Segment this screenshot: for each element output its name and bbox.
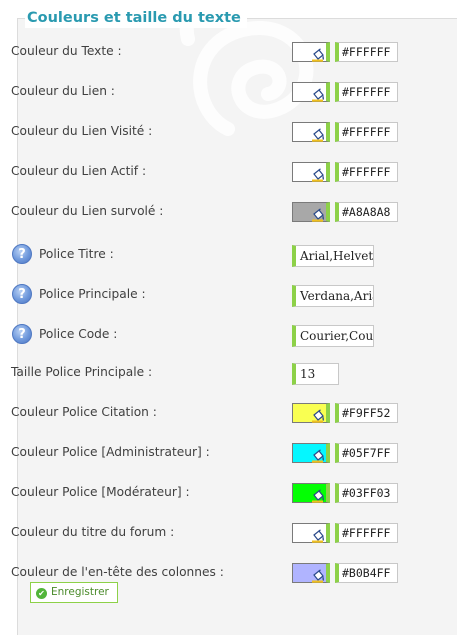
setting-label: Couleur du Lien : <box>11 84 115 98</box>
save-button-label: Enregistrer <box>51 586 109 598</box>
setting-label: Police Principale : <box>39 287 146 301</box>
setting-row: ? Police Principale : Verdana,Arial <box>0 283 440 309</box>
setting-label: Couleur Police [Administrateur] : <box>11 445 210 459</box>
setting-label: Police Titre : <box>39 247 114 261</box>
color-hex-input[interactable]: #FFFFFF <box>335 523 398 543</box>
color-swatch[interactable] <box>292 162 330 182</box>
color-hex-input[interactable]: #FFFFFF <box>335 42 398 62</box>
color-swatch[interactable] <box>292 523 330 543</box>
paint-bucket-icon <box>311 488 325 503</box>
setting-label: Couleur du titre du forum : <box>11 525 175 539</box>
color-hex-input[interactable]: #A8A8A8 <box>335 202 398 222</box>
font-family-input[interactable]: Arial,Helvetica <box>292 245 374 267</box>
save-button[interactable]: ✔ Enregistrer <box>30 582 118 603</box>
help-icon[interactable]: ? <box>12 244 32 264</box>
setting-row: Couleur du titre du forum : #FFFFFF <box>0 521 440 547</box>
color-hex-input[interactable]: #B0B4FF <box>335 563 398 583</box>
color-hex-input[interactable]: #03FF03 <box>335 483 398 503</box>
check-circle-icon: ✔ <box>36 588 47 599</box>
setting-row: Couleur du Lien Actif : #FFFFFF <box>0 160 440 186</box>
color-swatch[interactable] <box>292 563 330 583</box>
color-swatch[interactable] <box>292 483 330 503</box>
font-family-input[interactable]: Courier,Courier New <box>292 325 374 347</box>
color-swatch[interactable] <box>292 443 330 463</box>
color-hex-input[interactable]: #FFFFFF <box>335 162 398 182</box>
setting-row: ? Police Code : Courier,Courier New <box>0 323 440 349</box>
color-hex-input[interactable]: #F9FF52 <box>335 403 398 423</box>
setting-row: ? Police Titre : Arial,Helvetica <box>0 243 440 269</box>
font-family-input[interactable]: Verdana,Arial <box>292 285 374 307</box>
setting-row: Couleur du Lien : #FFFFFF <box>0 80 440 106</box>
setting-label: Couleur de l'en-tête des colonnes : <box>11 565 224 579</box>
setting-label: Couleur du Texte : <box>11 44 122 58</box>
color-swatch[interactable] <box>292 122 330 142</box>
help-icon[interactable]: ? <box>12 324 32 344</box>
setting-row: Couleur du Texte : #FFFFFF <box>0 40 440 66</box>
font-size-input[interactable]: 13 <box>292 363 339 385</box>
help-icon[interactable]: ? <box>12 284 32 304</box>
color-hex-input[interactable]: #FFFFFF <box>335 122 398 142</box>
color-hex-input[interactable]: #FFFFFF <box>335 82 398 102</box>
paint-bucket-icon <box>311 167 325 182</box>
section-title: Couleurs et taille du texte <box>25 8 247 28</box>
color-swatch[interactable] <box>292 42 330 62</box>
paint-bucket-icon <box>311 47 325 62</box>
setting-row: Couleur Police [Modérateur] : #03FF03 <box>0 481 440 507</box>
setting-row: Couleur Police [Administrateur] : #05F7FF <box>0 441 440 467</box>
setting-label: Couleur du Lien survolé : <box>11 204 164 218</box>
paint-bucket-icon <box>311 568 325 583</box>
paint-bucket-icon <box>311 408 325 423</box>
paint-bucket-icon <box>311 448 325 463</box>
setting-label: Taille Police Principale : <box>11 365 153 379</box>
setting-label: Couleur du Lien Visité : <box>11 124 153 138</box>
paint-bucket-icon <box>311 207 325 222</box>
setting-label: Police Code : <box>39 327 118 341</box>
paint-bucket-icon <box>311 528 325 543</box>
setting-label: Couleur du Lien Actif : <box>11 164 147 178</box>
color-swatch[interactable] <box>292 202 330 222</box>
setting-row: Couleur du Lien Visité : #FFFFFF <box>0 120 440 146</box>
setting-row: Couleur du Lien survolé : #A8A8A8 <box>0 200 440 226</box>
color-swatch[interactable] <box>292 82 330 102</box>
paint-bucket-icon <box>311 127 325 142</box>
paint-bucket-icon <box>311 87 325 102</box>
setting-label: Couleur Police Citation : <box>11 405 157 419</box>
setting-row: Taille Police Principale : 13 <box>0 361 440 387</box>
color-swatch[interactable] <box>292 403 330 423</box>
setting-row: Couleur Police Citation : #F9FF52 <box>0 401 440 427</box>
color-hex-input[interactable]: #05F7FF <box>335 443 398 463</box>
setting-label: Couleur Police [Modérateur] : <box>11 485 190 499</box>
